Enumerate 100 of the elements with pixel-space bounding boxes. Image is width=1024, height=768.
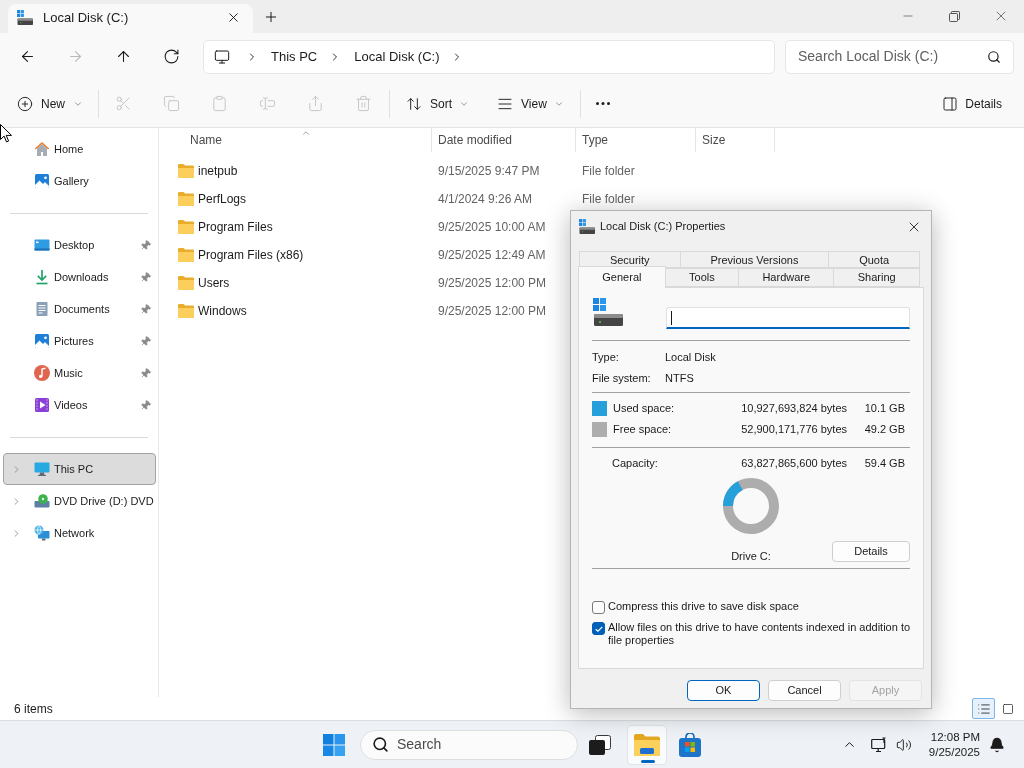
column-header[interactable]: Name [159, 128, 432, 152]
file-row[interactable]: PerfLogs 4/1/2024 9:26 AM File folder [159, 185, 639, 213]
file-row[interactable]: inetpub 9/15/2025 9:47 PM File folder [159, 157, 639, 185]
space-label: Used space: [613, 401, 675, 417]
drive-icon [593, 298, 623, 326]
capacity-label: Capacity: [612, 456, 658, 472]
view-button[interactable]: View [489, 87, 572, 120]
restore-icon [948, 10, 960, 22]
file-row[interactable]: Windows 9/25/2025 12:00 PM [159, 297, 551, 325]
dialog-title: Local Disk (C:) Properties [600, 219, 726, 235]
dialog-tab[interactable]: Sharing [833, 268, 920, 287]
item-count: 6 items [14, 700, 53, 718]
squares-logo-icon [323, 733, 345, 756]
details-view-button[interactable] [972, 698, 995, 719]
picture-icon [34, 173, 50, 189]
file-name: Program Files (x86) [198, 247, 304, 264]
sidebar-item[interactable]: Home [3, 133, 156, 165]
date-modified: 9/15/2025 9:47 PM [438, 164, 540, 178]
active-indicator-icon [641, 759, 655, 763]
folder-icon [634, 733, 660, 756]
checkbox-label: Compress this drive to save disk space [608, 600, 799, 613]
music-note-icon [34, 365, 50, 381]
monitor-icon [870, 736, 889, 753]
download-arrow-icon [34, 269, 50, 285]
search-field[interactable]: Search Local Disk (C:) [785, 39, 1014, 74]
globe-monitor-icon [34, 525, 50, 541]
checkbox-label: Allow files on this drive to have contents indexed in addition to file properties [608, 621, 912, 647]
details-button[interactable]: Details [832, 541, 910, 562]
details-button[interactable]: Details [934, 87, 1010, 120]
column-header[interactable]: Type [576, 128, 696, 152]
file-row[interactable]: Program Files 9/25/2025 10:00 AM [159, 213, 550, 241]
date-modified: 9/25/2025 10:00 AM [438, 220, 546, 234]
list-icon [976, 701, 991, 716]
space-size: 49.2 GB [863, 422, 905, 438]
file-type: File folder [582, 192, 635, 206]
property-label: Type: [592, 350, 620, 366]
file-row[interactable]: Program Files (x86) 9/25/2025 12:49 AM [159, 241, 550, 269]
ellipsis-icon [595, 102, 610, 105]
sidebar-item[interactable]: Network [3, 517, 156, 549]
breadcrumb[interactable]: Local Disk (C:) [348, 43, 446, 70]
date-modified: 4/1/2024 9:26 AM [438, 192, 533, 206]
column-header[interactable]: Date modified [432, 128, 576, 152]
name-field[interactable] [666, 307, 910, 329]
folder-icon [178, 276, 194, 290]
taskbar-clock[interactable]: 12:08 PM 9/25/2025 [926, 724, 982, 765]
overlapping-squares-icon [589, 734, 611, 755]
file-explorer-button[interactable] [627, 724, 667, 765]
new-button[interactable]: New [9, 87, 91, 120]
panel-icon [942, 95, 959, 112]
dialog-tab[interactable]: Hardware [738, 268, 835, 287]
sidebar-item[interactable]: Downloads [3, 261, 156, 293]
checkbox[interactable] [592, 622, 605, 635]
sort-button[interactable]: Sort [398, 87, 478, 120]
drive-icon [17, 10, 33, 25]
speaker-icon [895, 736, 912, 753]
text-cursor-icon [671, 310, 672, 325]
file-name: PerfLogs [198, 191, 247, 208]
breadcrumb[interactable]: This PC [265, 43, 324, 70]
dialog-button[interactable]: OK [687, 680, 760, 701]
space-bytes: 52,900,171,776 bytes [741, 422, 847, 438]
sidebar-item[interactable]: Pictures [3, 325, 156, 357]
dialog-tab[interactable]: Tools [664, 268, 740, 287]
dialog-tab[interactable]: Security [579, 251, 681, 268]
folder-icon [178, 304, 194, 318]
search-icon [372, 736, 389, 753]
sidebar-item[interactable]: Gallery [3, 165, 156, 197]
address-bar[interactable]: This PC Local Disk (C:) [203, 39, 775, 74]
document-icon [34, 301, 50, 317]
search-icon [987, 49, 1001, 64]
dialog-button[interactable]: Cancel [768, 680, 841, 701]
folder-icon [178, 220, 194, 234]
dialog-tab[interactable]: Previous Versions [679, 251, 830, 268]
disc-drive-icon [34, 493, 50, 509]
plus-circle-icon [17, 95, 33, 112]
folder-icon [178, 192, 194, 206]
monitor-icon [34, 461, 50, 477]
file-name: Windows [198, 303, 247, 320]
property-value: Local Disk [665, 350, 716, 366]
file-row[interactable]: Users 9/25/2025 12:00 PM [159, 269, 551, 297]
bell-icon [989, 736, 1005, 753]
column-header[interactable]: Size [696, 128, 775, 152]
capacity-size: 59.4 GB [863, 456, 905, 472]
folder-icon [178, 164, 194, 178]
sidebar-item[interactable]: Documents [3, 293, 156, 325]
sidebar-item[interactable]: DVD Drive (D:) DVD [3, 485, 156, 517]
date-modified: 9/25/2025 12:00 PM [438, 304, 547, 318]
sidebar-item[interactable]: This PC [3, 453, 156, 485]
dialog-tab[interactable]: General [578, 266, 666, 288]
sidebar-item[interactable]: Music [3, 357, 156, 389]
window-tab[interactable]: Local Disk (C:) [8, 4, 253, 33]
drive-icon [579, 219, 595, 234]
disk-usage-donut-chart [723, 478, 779, 534]
plus-icon [263, 9, 279, 25]
checkbox[interactable] [592, 601, 605, 614]
house-icon [34, 141, 50, 157]
sidebar-item[interactable]: Desktop [3, 229, 156, 261]
taskbar-search-field[interactable]: Search [360, 729, 578, 760]
dialog-tab[interactable]: Quota [828, 251, 920, 268]
sidebar-item[interactable]: Videos [3, 389, 156, 421]
date-modified: 9/25/2025 12:00 PM [438, 276, 547, 290]
